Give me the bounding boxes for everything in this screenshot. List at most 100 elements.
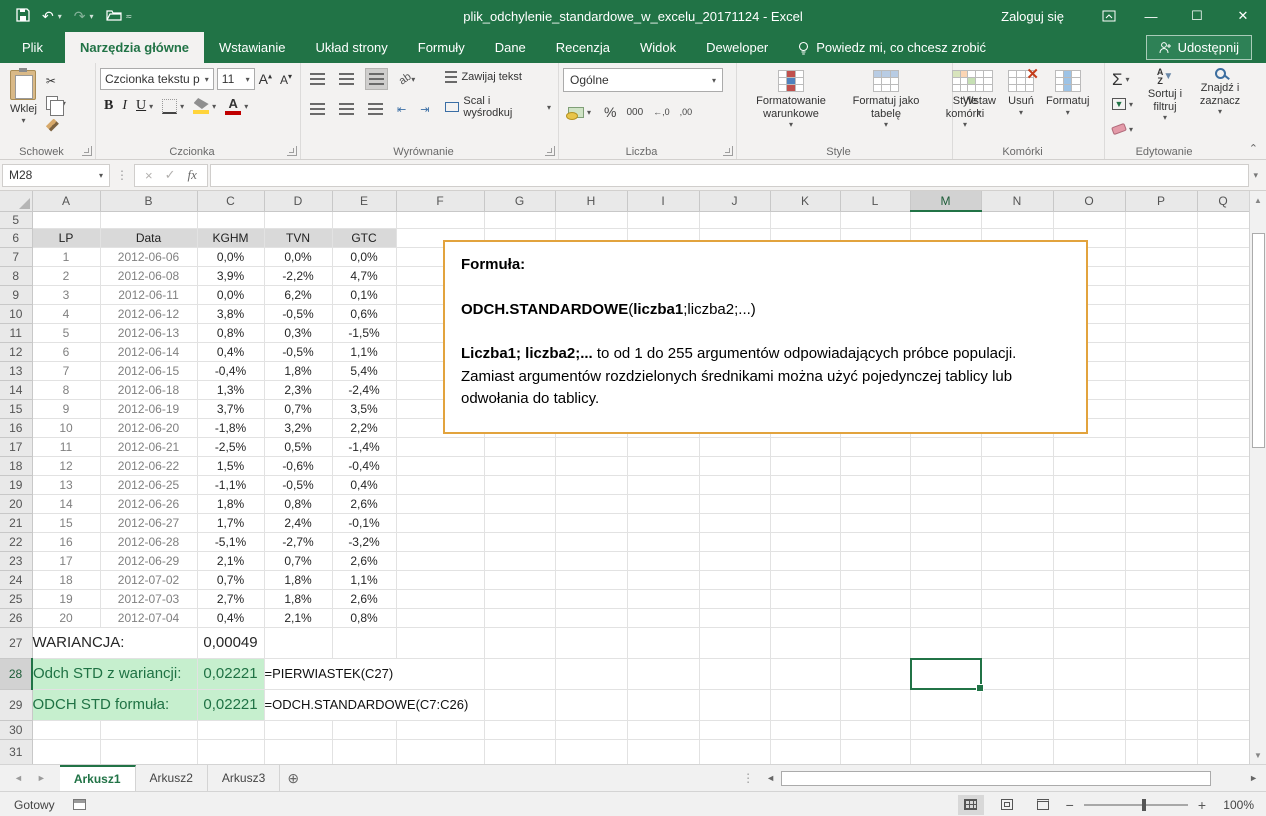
cell-C26[interactable]: 0,4% bbox=[197, 608, 264, 627]
cell[interactable] bbox=[699, 608, 770, 627]
cell[interactable] bbox=[910, 720, 981, 739]
cell[interactable] bbox=[1125, 266, 1197, 285]
column-header-Q[interactable]: Q bbox=[1197, 191, 1249, 211]
cell-C13[interactable]: -0,4% bbox=[197, 361, 264, 380]
cell-E10[interactable]: 0,6% bbox=[332, 304, 396, 323]
font-size-combobox[interactable]: 11▾ bbox=[217, 68, 255, 90]
cell[interactable] bbox=[910, 589, 981, 608]
clear-button[interactable]: ▾ bbox=[1109, 118, 1136, 140]
cell[interactable] bbox=[910, 494, 981, 513]
undo-icon[interactable]: ↶ bbox=[42, 8, 54, 25]
cell-D13[interactable]: 1,8% bbox=[264, 361, 332, 380]
orientation-button[interactable]: ab▾ bbox=[396, 68, 418, 90]
cell[interactable] bbox=[32, 739, 100, 764]
cell-A14[interactable]: 8 bbox=[32, 380, 100, 399]
cell[interactable] bbox=[699, 513, 770, 532]
cell[interactable] bbox=[1197, 285, 1249, 304]
cell-A19[interactable]: 13 bbox=[32, 475, 100, 494]
cell[interactable] bbox=[770, 456, 840, 475]
cell-E12[interactable]: 1,1% bbox=[332, 342, 396, 361]
column-header-G[interactable]: G bbox=[484, 191, 555, 211]
sheet-next-icon[interactable]: ► bbox=[37, 773, 46, 783]
cell[interactable] bbox=[197, 720, 264, 739]
qat-customize-icon[interactable]: ≂ bbox=[126, 12, 133, 21]
cell-A28[interactable]: Odch STD z wariancji: bbox=[32, 658, 197, 689]
cell[interactable] bbox=[981, 627, 1053, 658]
cell[interactable] bbox=[840, 532, 910, 551]
cell-C25[interactable]: 2,7% bbox=[197, 589, 264, 608]
cell[interactable] bbox=[396, 570, 484, 589]
row-header-9[interactable]: 9 bbox=[0, 285, 32, 304]
cell[interactable] bbox=[910, 608, 981, 627]
number-dialog-launcher-icon[interactable] bbox=[723, 146, 733, 156]
cell[interactable] bbox=[840, 475, 910, 494]
cell-B15[interactable]: 2012-06-19 bbox=[100, 399, 197, 418]
cell[interactable] bbox=[627, 739, 699, 764]
cell[interactable] bbox=[770, 570, 840, 589]
column-header-B[interactable]: B bbox=[100, 191, 197, 211]
cell-D14[interactable]: 2,3% bbox=[264, 380, 332, 399]
hscroll-right-icon[interactable]: ► bbox=[1245, 773, 1262, 783]
cell-D9[interactable]: 6,2% bbox=[264, 285, 332, 304]
cell-E26[interactable]: 0,8% bbox=[332, 608, 396, 627]
cell-E19[interactable]: 0,4% bbox=[332, 475, 396, 494]
cell[interactable] bbox=[840, 494, 910, 513]
align-center-button[interactable] bbox=[336, 98, 357, 120]
cell-C19[interactable]: -1,1% bbox=[197, 475, 264, 494]
column-header-A[interactable]: A bbox=[32, 191, 100, 211]
row-header-28[interactable]: 28 bbox=[0, 658, 32, 689]
cell[interactable] bbox=[396, 475, 484, 494]
cell[interactable] bbox=[910, 739, 981, 764]
formula-input[interactable] bbox=[210, 164, 1250, 187]
cell[interactable] bbox=[770, 608, 840, 627]
cell-B23[interactable]: 2012-06-29 bbox=[100, 551, 197, 570]
cell-D7[interactable]: 0,0% bbox=[264, 247, 332, 266]
cell[interactable] bbox=[555, 720, 627, 739]
row-header-26[interactable]: 26 bbox=[0, 608, 32, 627]
cell[interactable] bbox=[555, 608, 627, 627]
cell[interactable] bbox=[699, 689, 770, 720]
cell-B19[interactable]: 2012-06-25 bbox=[100, 475, 197, 494]
scroll-up-icon[interactable]: ▲ bbox=[1250, 191, 1266, 209]
cell[interactable] bbox=[981, 551, 1053, 570]
name-box-dropdown-icon[interactable]: ▾ bbox=[99, 171, 103, 180]
tab-widok[interactable]: Widok bbox=[625, 32, 691, 63]
cell-C22[interactable]: -5,1% bbox=[197, 532, 264, 551]
sort-filter-button[interactable]: AZ▼ Sortuj i filtruj ▾ bbox=[1140, 66, 1190, 125]
cell-B16[interactable]: 2012-06-20 bbox=[100, 418, 197, 437]
cell-A7[interactable]: 1 bbox=[32, 247, 100, 266]
cell[interactable] bbox=[627, 494, 699, 513]
shrink-font-button[interactable]: A▾ bbox=[276, 72, 296, 87]
cell[interactable] bbox=[910, 570, 981, 589]
column-header-E[interactable]: E bbox=[332, 191, 396, 211]
tab-uk-ad-strony[interactable]: Układ strony bbox=[301, 32, 403, 63]
cell-E13[interactable]: 5,4% bbox=[332, 361, 396, 380]
hscroll-left-icon[interactable]: ◄ bbox=[762, 773, 779, 783]
cell[interactable] bbox=[1125, 380, 1197, 399]
row-header-27[interactable]: 27 bbox=[0, 627, 32, 658]
cell[interactable] bbox=[396, 456, 484, 475]
cell[interactable] bbox=[1125, 608, 1197, 627]
cell[interactable] bbox=[1125, 418, 1197, 437]
row-header-5[interactable]: 5 bbox=[0, 211, 32, 228]
cell[interactable] bbox=[1053, 437, 1125, 456]
cell-C29[interactable]: 0,02221 bbox=[197, 689, 264, 720]
row-header-18[interactable]: 18 bbox=[0, 456, 32, 475]
cell-A11[interactable]: 5 bbox=[32, 323, 100, 342]
cell[interactable] bbox=[396, 739, 484, 764]
cell-E18[interactable]: -0,4% bbox=[332, 456, 396, 475]
cell[interactable] bbox=[396, 589, 484, 608]
cell-B9[interactable]: 2012-06-11 bbox=[100, 285, 197, 304]
cell[interactable] bbox=[484, 689, 555, 720]
cell-A10[interactable]: 4 bbox=[32, 304, 100, 323]
cell[interactable] bbox=[1053, 608, 1125, 627]
formula-bar-grip[interactable]: ⋮ bbox=[110, 168, 134, 182]
vertical-scrollbar[interactable]: ▲ ▼ bbox=[1249, 191, 1266, 764]
cell-D17[interactable]: 0,5% bbox=[264, 437, 332, 456]
cell-A24[interactable]: 18 bbox=[32, 570, 100, 589]
bold-button[interactable]: B bbox=[104, 98, 113, 114]
cell[interactable] bbox=[1053, 739, 1125, 764]
cell[interactable] bbox=[1125, 589, 1197, 608]
cell[interactable] bbox=[484, 739, 555, 764]
cell[interactable] bbox=[840, 513, 910, 532]
